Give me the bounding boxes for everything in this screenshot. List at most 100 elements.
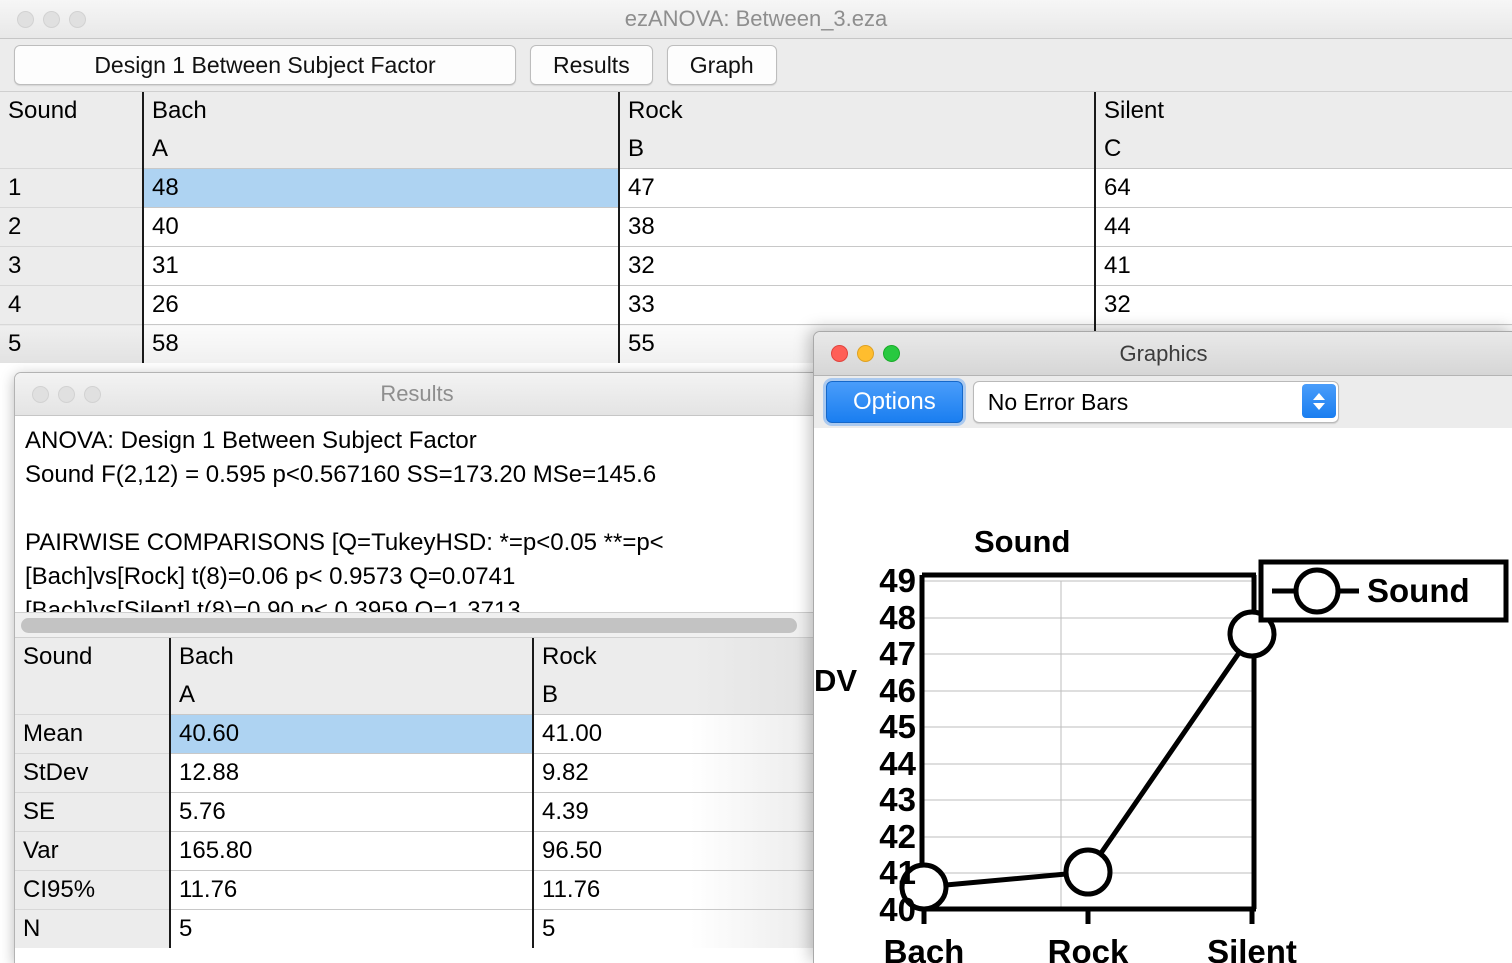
grid-col-name-0[interactable]: Bach [142,92,619,130]
stats-corner-label: Sound [15,638,170,676]
main-traffic-lights[interactable] [17,10,86,28]
grid-cell[interactable]: 32 [1094,285,1512,325]
minimize-button[interactable] [857,345,874,362]
stats-row-label: Var [15,831,170,871]
grid-cell[interactable]: 47 [618,168,1095,208]
grid-row-label: 2 [0,207,143,247]
stats-col-code-1: B [532,676,819,715]
stats-cell[interactable]: 11.76 [532,870,819,910]
stats-cell[interactable]: 5 [169,909,533,948]
grid-header-codes: A B C [0,130,1512,169]
grid-cell[interactable]: 40 [142,207,619,247]
grid-cell[interactable]: 41 [1094,246,1512,286]
grid-col-name-2[interactable]: Silent [1094,92,1512,130]
grid-col-code-2: C [1094,130,1512,169]
chart-ytick: 49 [879,562,916,599]
stats-cell[interactable]: 9.82 [532,753,819,793]
results-traffic-lights[interactable] [32,385,101,403]
graphics-window: Graphics Options No Error Bars 49 48 47 … [813,331,1512,963]
results-window: Results ANOVA: Design 1 Between Subject … [14,372,820,963]
grid-cell[interactable]: 26 [142,285,619,325]
table-row[interactable]: 1 48 47 64 [0,168,1512,208]
table-row[interactable]: N 5 5 [15,909,819,948]
grid-row-label: 5 [0,324,143,363]
graphics-titlebar: Graphics [814,332,1512,376]
stats-cell[interactable]: 11.76 [169,870,533,910]
stats-cell[interactable]: 40.60 [169,714,533,754]
zoom-button[interactable] [69,10,86,28]
chart-xtick: Bach [883,933,965,963]
error-bars-value: No Error Bars [987,388,1129,415]
chart-data-point[interactable] [1063,847,1113,897]
error-bars-select[interactable]: No Error Bars [972,381,1339,423]
tab-graph[interactable]: Graph [666,45,777,85]
zoom-button[interactable] [84,385,101,403]
chevron-updown-icon[interactable] [1301,384,1336,418]
chart-area: 49 48 47 46 45 44 43 42 41 40 Sound DV B… [814,428,1512,963]
stats-grid[interactable]: Sound Bach Rock A B Mean 40.60 41.00 StD… [15,638,819,948]
grid-corner-label: Sound [0,92,143,130]
grid-cell[interactable]: 64 [1094,168,1512,208]
stats-row-label: CI95% [15,870,170,910]
stats-cell[interactable]: 41.00 [532,714,819,754]
grid-row-label: 1 [0,168,143,208]
results-line: ANOVA: Design 1 Between Subject Factor [25,427,477,454]
stats-cell[interactable]: 5.76 [169,792,533,832]
line-chart [899,559,1509,924]
graphics-traffic-lights[interactable] [831,345,900,362]
grid-cell[interactable]: 31 [142,246,619,286]
grid-cell[interactable]: 44 [1094,207,1512,247]
tab-design[interactable]: Design 1 Between Subject Factor [14,45,516,85]
stats-col-name-1[interactable]: Rock [532,638,819,676]
stats-header-codes: A B [15,676,819,715]
tab-results[interactable]: Results [530,45,653,85]
stats-row-label: N [15,909,170,948]
stats-col-name-0[interactable]: Bach [169,638,533,676]
chart-xtick: Silent [1207,933,1297,963]
close-button[interactable] [831,345,848,362]
table-row[interactable]: Mean 40.60 41.00 [15,714,819,754]
table-row[interactable]: 3 31 32 41 [0,246,1512,286]
stats-cell[interactable]: 5 [532,909,819,948]
grid-row-label: 4 [0,285,143,325]
minimize-button[interactable] [58,385,75,403]
stats-cell[interactable]: 12.88 [169,753,533,793]
table-row[interactable]: CI95% 11.76 11.76 [15,870,819,910]
grid-cell[interactable]: 32 [618,246,1095,286]
chart-ytick: 42 [879,817,916,855]
grid-cell[interactable]: 58 [142,324,619,363]
table-row[interactable]: SE 5.76 4.39 [15,792,819,832]
close-button[interactable] [17,10,34,28]
table-row[interactable]: Var 165.80 96.50 [15,831,819,871]
chart-ytick: 43 [879,781,916,818]
table-row[interactable]: 2 40 38 44 [0,207,1512,247]
results-titlebar: Results [15,373,819,416]
chart-ylabel: DV [814,663,858,698]
zoom-button[interactable] [883,345,900,362]
horizontal-scrollbar[interactable] [15,612,819,638]
options-button[interactable]: Options [826,381,963,423]
stats-cell[interactable]: 4.39 [532,792,819,832]
grid-cell[interactable]: 48 [142,168,619,208]
chart-ytick: 45 [879,708,916,745]
chart-ytick: 46 [879,671,916,709]
table-row[interactable]: StDev 12.88 9.82 [15,753,819,793]
data-grid[interactable]: Sound Bach Rock Silent A B C 1 48 47 64 … [0,92,1512,363]
stats-cell[interactable]: 165.80 [169,831,533,871]
minimize-button[interactable] [43,10,60,28]
grid-cell[interactable]: 33 [618,285,1095,325]
stats-cell[interactable]: 96.50 [532,831,819,871]
chart-ytick-labels: 49 48 47 46 45 44 43 42 41 40 [848,562,916,928]
tab-bar: Design 1 Between Subject Factor Results … [0,39,1512,92]
grid-col-name-1[interactable]: Rock [618,92,1095,130]
grid-cell[interactable]: 38 [618,207,1095,247]
stats-row-label: SE [15,792,170,832]
grid-header-names: Sound Bach Rock Silent [0,92,1512,130]
graphics-window-title: Graphics [1119,340,1208,366]
results-text-area[interactable]: ANOVA: Design 1 Between Subject Factor S… [15,416,819,612]
chart-ytick: 48 [879,598,916,636]
table-row[interactable]: 4 26 33 32 [0,285,1512,325]
scrollbar-thumb[interactable] [21,618,798,633]
stats-corner-blank [15,676,170,715]
close-button[interactable] [32,385,49,403]
